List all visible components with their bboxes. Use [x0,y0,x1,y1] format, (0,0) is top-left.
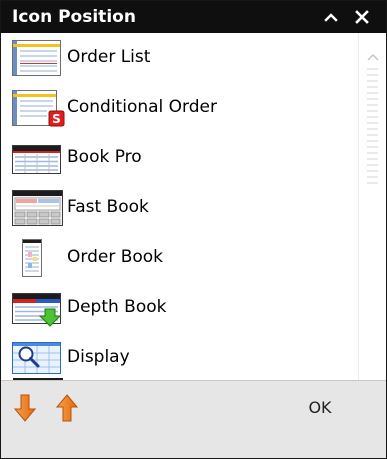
vertical-scrollbar[interactable] [358,33,386,398]
list-item-label: Conditional Order [67,97,217,117]
scroll-up-button[interactable] [362,47,384,67]
order-book-icon [22,239,42,277]
chevron-up-icon [324,13,338,22]
close-icon [355,10,369,24]
list-item-display[interactable]: Display [1,333,358,380]
title-bar[interactable]: Icon Position [1,1,386,33]
move-down-button[interactable] [11,391,39,425]
list-item-label: Display [67,347,130,367]
list-item-label: Fast Book [67,197,149,217]
list-item-conditional-order[interactable]: S Conditional Order [1,83,358,133]
list-item-order-book[interactable]: Order Book [1,233,358,283]
badge-letter: S [52,112,61,126]
dialog-footer: OK [1,380,386,458]
chevron-up-icon [367,54,379,61]
fast-book-icon [12,190,63,226]
list-item-order-list[interactable]: Order List [1,33,358,83]
list-item-fast-book[interactable]: Fast Book [1,183,358,233]
icon-position-window: Icon Position Order List S Conditional O… [0,0,387,459]
list-item-label: Order List [67,47,151,67]
ok-button[interactable]: OK [305,395,335,421]
scrollbar-thumb[interactable] [365,65,380,265]
arrow-down-icon [14,394,36,422]
book-pro-icon [12,145,61,174]
list-item-label: Depth Book [67,297,167,317]
display-icon [12,342,61,374]
list-item-depth-book[interactable]: Depth Book [1,283,358,333]
window-title: Icon Position [12,7,136,27]
move-up-button[interactable] [53,391,81,425]
list-item-label: Order Book [67,247,164,267]
list-item-book-pro[interactable]: Book Pro [1,133,358,183]
close-button[interactable] [351,5,373,29]
depth-book-icon [12,293,62,327]
list-item-label: Book Pro [67,147,142,167]
conditional-order-icon: S [12,90,65,127]
collapse-button[interactable] [320,5,342,29]
arrow-up-icon [56,394,78,422]
order-list-icon [12,40,61,76]
icon-list: Order List S Conditional Order Book Pro … [1,33,358,380]
